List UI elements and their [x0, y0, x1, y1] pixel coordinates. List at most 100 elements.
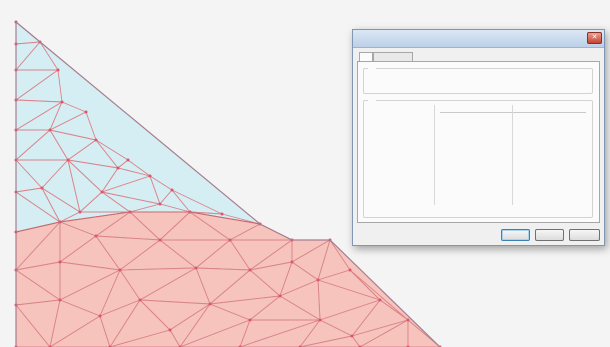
property-name [518, 182, 548, 187]
lower-mesh-node [406, 318, 410, 322]
upper-mesh-node [170, 188, 174, 192]
lower-mesh-node [194, 266, 198, 270]
ok-button[interactable] [501, 229, 530, 241]
property-label [370, 193, 430, 198]
summary-value [544, 76, 558, 81]
upper-mesh-node [40, 186, 44, 190]
property-name [518, 171, 548, 176]
lower-mesh-node [208, 302, 212, 306]
property-value [494, 138, 508, 143]
property-value [494, 127, 508, 132]
property-label [370, 127, 430, 132]
property-name [442, 116, 472, 121]
property-label [370, 182, 430, 187]
column-divider [512, 105, 513, 205]
property-value [570, 149, 584, 154]
properties-dialog: ✕ [352, 29, 605, 246]
tab-2[interactable] [373, 52, 413, 61]
property-name [518, 160, 548, 165]
upper-mesh-node [56, 68, 60, 72]
lower-mesh-node [316, 278, 320, 282]
property-label [370, 138, 430, 143]
lower-mesh-node [158, 238, 162, 242]
upper-mesh-node [148, 174, 152, 178]
property-name [518, 193, 548, 198]
summary-group [363, 65, 593, 94]
property-value [570, 171, 584, 176]
summary-group-legend [368, 65, 376, 71]
property-value [494, 149, 508, 154]
column-header [440, 105, 510, 110]
lower-mesh-node [94, 234, 98, 238]
property-value [570, 160, 584, 165]
lower-mesh-node [168, 328, 172, 332]
property-value [494, 171, 508, 176]
lower-mesh-node [348, 268, 352, 272]
lower-mesh-node [378, 298, 382, 302]
lower-mesh-node [350, 334, 354, 338]
properties-group [363, 97, 593, 218]
property-value [494, 116, 508, 121]
lower-mesh-node [58, 298, 62, 302]
summary-value [416, 76, 430, 81]
dialog-titlebar[interactable]: ✕ [353, 30, 604, 48]
property-name [518, 116, 548, 121]
property-value [570, 127, 584, 132]
summary-label [472, 83, 522, 88]
lower-mesh-node [248, 318, 252, 322]
property-name [442, 127, 472, 132]
upper-mesh-node [94, 138, 98, 142]
property-value [494, 160, 508, 165]
summary-value [544, 83, 558, 88]
header-rule [440, 112, 586, 113]
property-name [442, 182, 472, 187]
summary-value [416, 83, 430, 88]
summary-label [370, 76, 400, 81]
property-name [442, 138, 472, 143]
close-icon: ✕ [591, 34, 598, 41]
property-value [570, 116, 584, 121]
upper-mesh-node [126, 158, 130, 162]
lower-mesh-node [138, 298, 142, 302]
property-label [370, 160, 430, 165]
property-value [570, 182, 584, 187]
print-button[interactable] [535, 229, 564, 241]
property-name [518, 127, 548, 132]
property-label [370, 149, 430, 154]
column-divider [434, 105, 435, 205]
upper-mesh-node [220, 212, 224, 216]
property-name [442, 160, 472, 165]
property-value [494, 182, 508, 187]
property-value [494, 193, 508, 198]
property-value [570, 193, 584, 198]
lower-mesh-node [248, 268, 252, 272]
lower-mesh-node [290, 260, 294, 264]
upper-mesh-node [84, 110, 88, 114]
property-name [442, 171, 472, 176]
lower-mesh-node [318, 318, 322, 322]
upper-mesh-node [116, 166, 120, 170]
summary-label [472, 76, 522, 81]
tab-panel [357, 61, 600, 223]
property-name [518, 138, 548, 143]
property-name [442, 149, 472, 154]
upper-mesh-node [60, 100, 64, 104]
property-name [518, 149, 548, 154]
property-name [442, 193, 472, 198]
lower-mesh-node [278, 294, 282, 298]
column-header [516, 105, 586, 110]
upper-mesh-node [158, 202, 162, 206]
lower-mesh-node [228, 238, 232, 242]
property-value [570, 138, 584, 143]
summary-label [370, 83, 400, 88]
properties-group-legend [368, 97, 376, 103]
lower-mesh-node [58, 260, 62, 264]
lower-mesh-node [98, 314, 102, 318]
close-button[interactable]: ✕ [587, 32, 602, 44]
lower-mesh-node [118, 268, 122, 272]
help-button[interactable] [569, 229, 600, 241]
upper-mesh-node [48, 128, 52, 132]
property-label [370, 171, 430, 176]
upper-mesh-node [78, 210, 82, 214]
upper-mesh-node [100, 190, 104, 194]
